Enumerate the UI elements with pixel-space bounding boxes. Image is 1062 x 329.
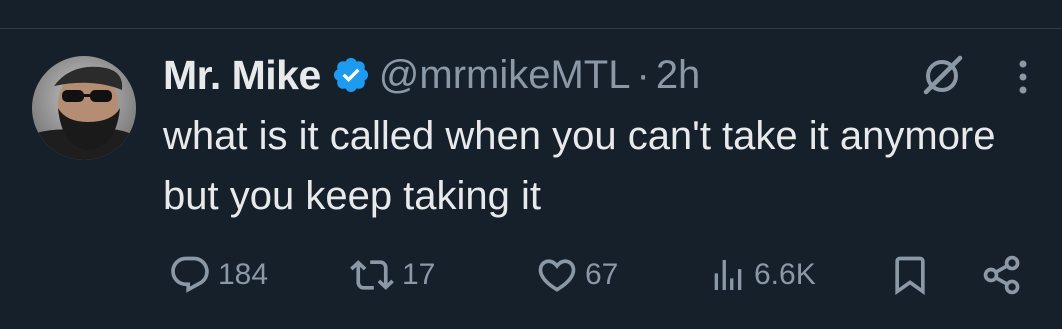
reply-icon xyxy=(171,256,209,293)
more-icon[interactable] xyxy=(1010,58,1036,96)
avatar[interactable] xyxy=(32,56,136,160)
reply-count: 184 xyxy=(218,258,269,291)
handle[interactable]: @mrmikeMTL xyxy=(379,53,631,98)
separator: · xyxy=(636,52,650,97)
like-button[interactable]: 67 xyxy=(535,250,618,300)
timestamp[interactable]: 2h xyxy=(656,53,701,98)
bookmark-button[interactable] xyxy=(888,250,932,300)
views-button[interactable]: 6.6K xyxy=(708,250,816,300)
avatar-image xyxy=(32,56,136,160)
reply-button[interactable]: 184 xyxy=(168,250,268,300)
share-button[interactable] xyxy=(980,250,1024,300)
view-count: 6.6K xyxy=(754,258,816,291)
heart-icon xyxy=(538,259,576,292)
bookmark-icon xyxy=(895,256,925,296)
like-count: 67 xyxy=(585,258,619,291)
grok-icon[interactable] xyxy=(918,50,966,98)
retweet-count: 17 xyxy=(402,258,436,291)
tweet[interactable]: Mr. Mike @mrmikeMTL · 2h what is it call… xyxy=(0,0,1062,329)
tweet-header: Mr. Mike @mrmikeMTL · 2h xyxy=(163,50,700,100)
retweet-icon xyxy=(350,260,394,290)
tweet-text: what is it called when you can't take it… xyxy=(163,114,996,218)
divider xyxy=(0,28,1062,29)
views-icon xyxy=(714,260,742,290)
verified-badge-icon xyxy=(331,55,371,95)
action-bar: 184 17 67 6.6K xyxy=(0,250,1062,300)
display-name[interactable]: Mr. Mike xyxy=(163,52,321,99)
share-icon xyxy=(983,255,1020,295)
retweet-button[interactable]: 17 xyxy=(348,250,435,300)
